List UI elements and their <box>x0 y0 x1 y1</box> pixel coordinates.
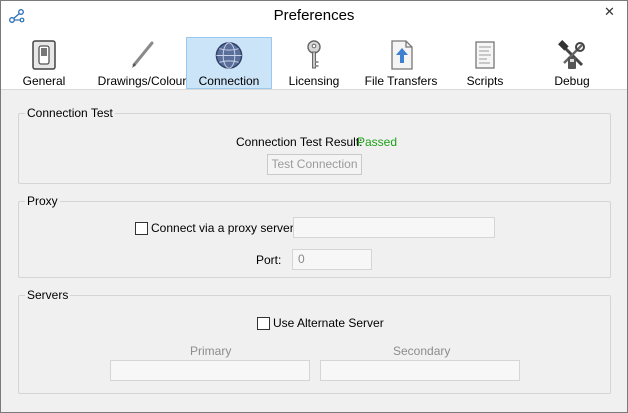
secondary-label: Secondary <box>393 344 451 358</box>
tab-label: General <box>22 74 66 88</box>
primary-server-field[interactable] <box>110 360 310 381</box>
tab-label: Drawings/Colour <box>97 74 187 88</box>
file-upload-icon <box>391 40 413 70</box>
alternate-server-label: Use Alternate Server <box>273 316 384 330</box>
close-icon: ✕ <box>604 3 615 19</box>
proxy-server-field[interactable] <box>293 217 495 238</box>
close-button[interactable]: ✕ <box>594 1 625 22</box>
secondary-server-field[interactable] <box>320 360 520 381</box>
tab-connection[interactable]: Connection <box>186 37 272 89</box>
alternate-server-checkbox[interactable] <box>257 317 270 330</box>
proxy-checkbox-label: Connect via a proxy server: <box>151 221 298 235</box>
primary-label: Primary <box>190 344 232 358</box>
servers-group: Servers Use Alternate Server Primary Sec… <box>18 288 611 394</box>
proxy-group: Proxy Connect via a proxy server: Port: … <box>18 194 611 278</box>
tab-licensing[interactable]: Licensing <box>281 37 347 89</box>
tab-label: Licensing <box>288 74 340 88</box>
script-icon <box>475 41 495 69</box>
title-bar: Preferences ✕ <box>1 1 627 32</box>
globe-icon <box>215 42 243 69</box>
tab-general[interactable]: General <box>13 37 75 89</box>
tab-file-transfers[interactable]: File Transfers <box>361 37 441 89</box>
tab-label: Debug <box>554 74 590 88</box>
proxy-checkbox[interactable] <box>135 222 148 235</box>
tab-label: Scripts <box>466 74 504 88</box>
test-connection-button[interactable]: Test Connection <box>267 154 362 175</box>
tab-label: File Transfers <box>364 74 438 88</box>
tab-label: Connection <box>198 74 260 88</box>
tab-scripts[interactable]: Scripts <box>463 37 507 89</box>
preferences-window: Preferences ✕ General Drawings/Colour Co… <box>0 0 628 413</box>
port-label: Port: <box>256 253 282 267</box>
key-icon <box>307 40 321 69</box>
group-title: Proxy <box>25 194 60 208</box>
pen-icon <box>132 41 154 68</box>
tab-debug[interactable]: Debug <box>549 37 595 89</box>
group-title: Connection Test <box>25 106 115 120</box>
tools-icon <box>558 40 585 69</box>
proxy-port-field[interactable]: 0 <box>292 249 372 270</box>
connection-result-label: Connection Test Result: <box>236 135 363 149</box>
group-title: Servers <box>25 288 71 302</box>
switch-icon <box>32 40 56 70</box>
tab-drawings-colour[interactable]: Drawings/Colour <box>97 37 187 89</box>
preferences-toolbar: General Drawings/Colour Connection Licen… <box>1 32 627 90</box>
connection-test-group: Connection Test Connection Test Result: … <box>18 106 611 184</box>
window-title: Preferences <box>273 7 355 24</box>
connection-result-value: Passed <box>357 135 398 149</box>
